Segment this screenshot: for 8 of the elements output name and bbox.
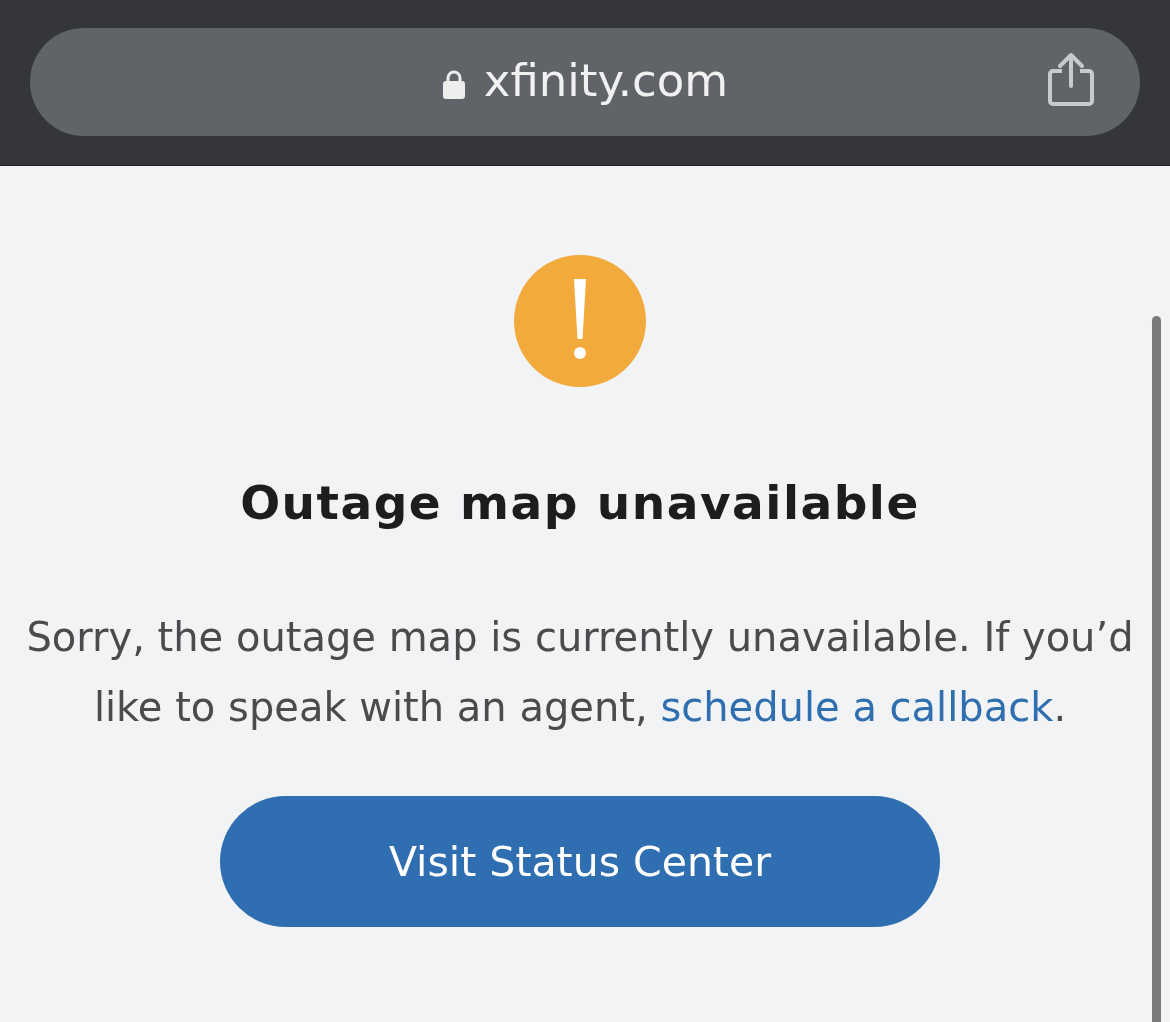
address-bar[interactable]: xfinity.com: [30, 28, 1140, 136]
url-text: xfinity.com: [483, 57, 729, 107]
share-icon[interactable]: [1048, 52, 1094, 106]
alert-title: Outage map unavailable: [240, 474, 920, 532]
scroll-bar[interactable]: [1152, 316, 1161, 1022]
callback-link[interactable]: schedule a callback: [660, 684, 1054, 730]
visit-status-center-button[interactable]: Visit Status Center: [220, 796, 940, 927]
alert-message: Sorry, the outage map is currently unavailable. If you’d like to speak with an agent, schedule a callback.: [25, 613, 1135, 732]
